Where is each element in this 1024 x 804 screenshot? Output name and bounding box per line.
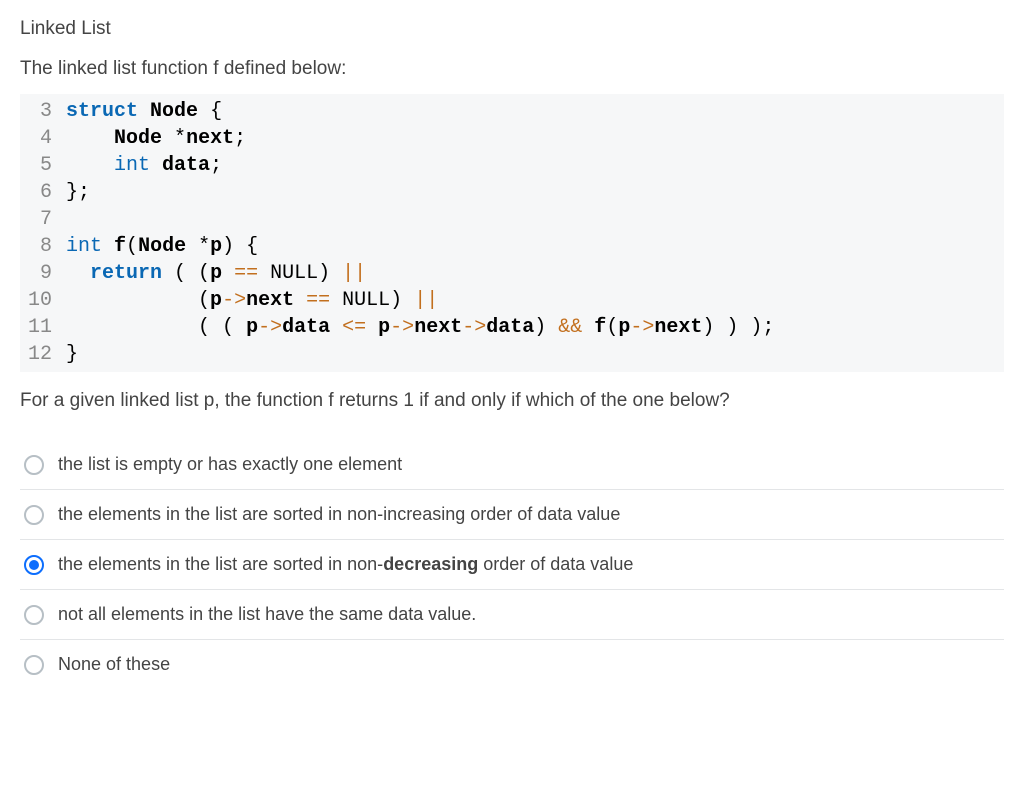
code-text: } (66, 341, 1004, 368)
code-line: 11 ( ( p->data <= p->next->data) && f(p-… (20, 314, 1004, 341)
option-row[interactable]: the list is empty or has exactly one ele… (20, 440, 1004, 490)
line-number: 12 (20, 341, 66, 368)
code-text: int data; (66, 152, 1004, 179)
code-text: return ( (p == NULL) || (66, 260, 1004, 287)
code-text: int f(Node *p) { (66, 233, 1004, 260)
option-label: the elements in the list are sorted in n… (58, 504, 620, 525)
radio-button[interactable] (24, 505, 44, 525)
code-text: struct Node { (66, 98, 1004, 125)
code-line: 10 (p->next == NULL) || (20, 287, 1004, 314)
question-text: For a given linked list p, the function … (20, 390, 1004, 412)
line-number: 7 (20, 206, 66, 233)
option-label: None of these (58, 654, 170, 675)
option-label: the elements in the list are sorted in n… (58, 554, 633, 575)
line-number: 4 (20, 125, 66, 152)
code-block: 3struct Node {4 Node *next;5 int data;6}… (20, 94, 1004, 372)
options-list: the list is empty or has exactly one ele… (20, 440, 1004, 689)
code-text: ( ( p->data <= p->next->data) && f(p->ne… (66, 314, 1004, 341)
option-row[interactable]: the elements in the list are sorted in n… (20, 540, 1004, 590)
line-number: 11 (20, 314, 66, 341)
code-text: (p->next == NULL) || (66, 287, 1004, 314)
line-number: 6 (20, 179, 66, 206)
option-row[interactable]: None of these (20, 640, 1004, 689)
question-heading: Linked List (20, 18, 1004, 40)
line-number: 8 (20, 233, 66, 260)
code-line: 6}; (20, 179, 1004, 206)
radio-button[interactable] (24, 605, 44, 625)
option-label: not all elements in the list have the sa… (58, 604, 476, 625)
code-line: 12} (20, 341, 1004, 368)
option-label: the list is empty or has exactly one ele… (58, 454, 402, 475)
line-number: 10 (20, 287, 66, 314)
code-text (66, 206, 1004, 233)
code-text: Node *next; (66, 125, 1004, 152)
code-line: 7 (20, 206, 1004, 233)
radio-button[interactable] (24, 555, 44, 575)
radio-button[interactable] (24, 455, 44, 475)
code-line: 3struct Node { (20, 98, 1004, 125)
code-line: 8int f(Node *p) { (20, 233, 1004, 260)
code-text: }; (66, 179, 1004, 206)
code-line: 4 Node *next; (20, 125, 1004, 152)
line-number: 5 (20, 152, 66, 179)
option-row[interactable]: not all elements in the list have the sa… (20, 590, 1004, 640)
question-intro: The linked list function f defined below… (20, 58, 1004, 80)
line-number: 9 (20, 260, 66, 287)
radio-button[interactable] (24, 655, 44, 675)
code-line: 9 return ( (p == NULL) || (20, 260, 1004, 287)
line-number: 3 (20, 98, 66, 125)
option-row[interactable]: the elements in the list are sorted in n… (20, 490, 1004, 540)
code-line: 5 int data; (20, 152, 1004, 179)
